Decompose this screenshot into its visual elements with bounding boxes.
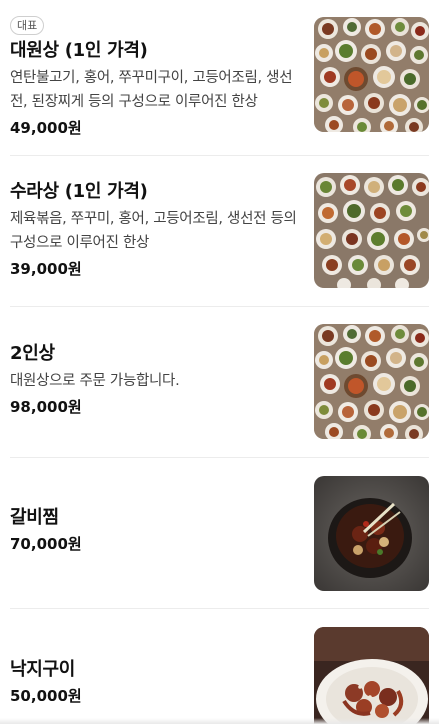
divider [10, 155, 429, 156]
divider [10, 608, 429, 609]
korean-table-spread-image [314, 17, 429, 132]
divider [10, 457, 429, 458]
menu-item-price: 98,000원 [10, 398, 82, 416]
representative-badge: 대표 [10, 16, 45, 35]
divider [10, 306, 429, 307]
menu-item-daewonsang[interactable]: 대표 대원상 (1인 가격) 연탄불고기, 홍어, 쭈꾸미구이, 고등어조림, … [10, 14, 429, 137]
menu-item-galbijjim[interactable]: 갈비찜 70,000원 [10, 476, 429, 591]
menu-item-name: 2인상 [10, 343, 55, 364]
korean-table-spread-image [314, 324, 429, 439]
menu-item-text: 수라상 (1인 가격) 제육볶음, 쭈꾸미, 홍어, 고등어조림, 생선전 등의… [10, 180, 302, 280]
menu-item-price: 70,000원 [10, 535, 82, 553]
menu-item-photo [314, 17, 429, 132]
menu-item-text: 낙지구이 50,000원 [10, 658, 302, 707]
korean-table-spread-image [314, 173, 429, 288]
menu-item-name: 수라상 (1인 가격) [10, 181, 148, 202]
grilled-octopus-image [314, 627, 429, 724]
menu-item-price: 49,000원 [10, 119, 82, 137]
menu-item-name: 낙지구이 [10, 659, 76, 680]
menu-item-photo [314, 324, 429, 439]
menu-item-photo [314, 627, 429, 724]
menu-item-2insang[interactable]: 2인상 대원상으로 주문 가능합니다. 98,000원 [10, 324, 429, 439]
menu-item-name: 대원상 (1인 가격) [10, 40, 148, 61]
menu-item-nakjigui[interactable]: 낙지구이 50,000원 [10, 627, 429, 724]
bottom-edge-shadow [0, 718, 439, 724]
menu-item-name: 갈비찜 [10, 507, 59, 528]
menu-item-photo [314, 476, 429, 591]
menu-item-price: 39,000원 [10, 260, 82, 278]
menu-item-text: 갈비찜 70,000원 [10, 506, 302, 555]
menu-item-description: 제육볶음, 쭈꾸미, 홍어, 고등어조림, 생선전 등의 구성으로 이루어진 한… [10, 211, 297, 251]
menu-item-price: 50,000원 [10, 687, 82, 705]
menu-item-photo [314, 173, 429, 288]
menu-item-text: 2인상 대원상으로 주문 가능합니다. 98,000원 [10, 342, 302, 418]
menu-item-description: 대원상으로 주문 가능합니다. [10, 373, 180, 389]
menu-item-text: 대표 대원상 (1인 가격) 연탄불고기, 홍어, 쭈꾸미구이, 고등어조림, … [10, 14, 302, 139]
menu-item-surasang[interactable]: 수라상 (1인 가격) 제육볶음, 쭈꾸미, 홍어, 고등어조림, 생선전 등의… [10, 173, 429, 290]
menu-item-description: 연탄불고기, 홍어, 쭈꾸미구이, 고등어조림, 생선전, 된장찌게 등의 구성… [10, 70, 293, 110]
braised-short-ribs-image [314, 476, 429, 591]
